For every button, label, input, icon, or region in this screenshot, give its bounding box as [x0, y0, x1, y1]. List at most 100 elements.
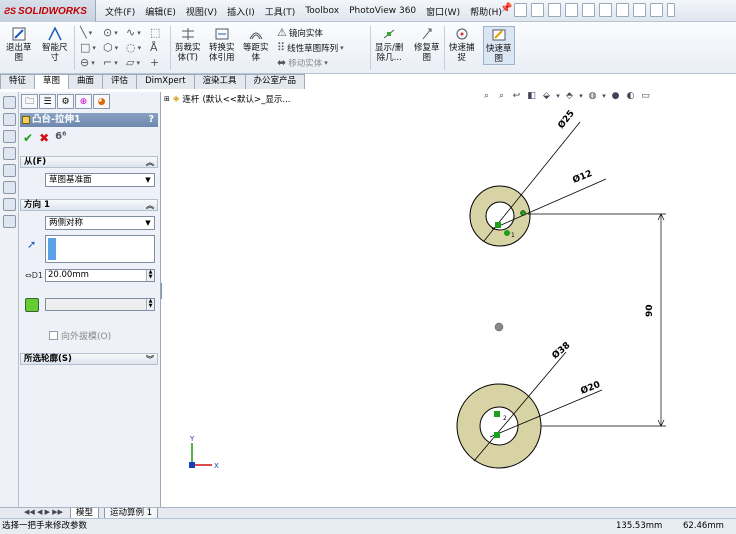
tab-surfaces[interactable]: 曲面 — [68, 74, 104, 89]
coincident-point[interactable] — [520, 210, 526, 216]
circle-tool[interactable]: ⊙ ▾ — [103, 26, 118, 39]
ok-check-icon[interactable]: ✔ — [23, 131, 33, 145]
strip-tool-icon[interactable] — [3, 96, 16, 109]
direction1-section-header[interactable]: 方向 1 ︽ — [20, 199, 158, 211]
point-tool[interactable]: + — [150, 56, 159, 69]
strip-tool-icon[interactable] — [3, 130, 16, 143]
end-condition-select[interactable]: 两侧对称 ▼ — [45, 216, 155, 230]
origin-sphere[interactable] — [494, 322, 504, 332]
plane-tool[interactable]: ▱ ▾ — [126, 56, 140, 69]
undo-icon[interactable] — [582, 3, 595, 17]
triad-origin — [189, 462, 195, 468]
text-tool[interactable]: Å — [150, 41, 158, 54]
display-relations-button[interactable]: 显示/删 除几... — [375, 26, 403, 63]
tab-sketch[interactable]: 草图 — [34, 74, 70, 89]
cancel-x-icon[interactable]: ✖ — [39, 131, 49, 145]
menu-photoview[interactable]: PhotoView 360 — [344, 6, 421, 16]
from-section-header[interactable]: 从(F) ︽ — [20, 156, 158, 168]
relations-icon — [380, 26, 398, 42]
detailed-preview-icon[interactable]: 6⁶ — [55, 131, 66, 145]
mirror-entities-button[interactable]: ⚠ 镜向实体 — [277, 26, 323, 39]
exit-sketch-button[interactable]: 退出草图 — [6, 26, 32, 63]
direction-arrow-icon[interactable]: ➚ — [27, 238, 36, 251]
menu-view[interactable]: 视图(V) — [181, 5, 222, 18]
tab-render-tools[interactable]: 渲染工具 — [193, 74, 246, 89]
quick-snaps-button[interactable]: 快速捕捉 — [449, 26, 475, 63]
arc-tool[interactable]: ∿ ▾ — [126, 26, 141, 39]
spinner-icon[interactable]: ▲ ▼ — [146, 270, 154, 281]
feature-manager-tab-icon[interactable]: 🗀 — [21, 94, 38, 109]
fillet-tool[interactable]: ⌐ ▾ — [103, 56, 118, 69]
options-icon[interactable] — [650, 3, 663, 17]
app-name: SOLIDWORKS — [18, 5, 87, 17]
relation-icon[interactable] — [504, 230, 510, 236]
offset-entities-button[interactable]: 等距实体 — [243, 26, 269, 63]
relation-icon[interactable] — [494, 411, 500, 417]
solidworks-logo[interactable]: ƧS SOLIDWORKS — [0, 0, 96, 22]
rectangle-tool[interactable]: □ ▾ — [80, 41, 96, 54]
strip-tool-icon[interactable] — [3, 215, 16, 228]
strip-tool-icon[interactable] — [3, 147, 16, 160]
property-manager-tab-icon[interactable]: ☰ — [39, 94, 56, 109]
pin-icon[interactable]: 📌 — [500, 3, 512, 17]
polygon-tool[interactable]: ⬡ ▾ — [103, 41, 118, 54]
tab-dimxpert[interactable]: DimXpert — [136, 74, 195, 89]
menu-window[interactable]: 窗口(W) — [421, 5, 465, 18]
menu-tools[interactable]: 工具(T) — [260, 5, 301, 18]
draft-toggle-icon[interactable] — [25, 298, 39, 312]
dimxpert-tab-icon[interactable]: ⊕ — [75, 94, 92, 109]
menu-insert[interactable]: 插入(I) — [222, 5, 260, 18]
selected-contours-header[interactable]: 所选轮廓(S) ︾ — [20, 353, 158, 365]
draft-outward-checkbox[interactable]: 向外拔模(O) — [49, 329, 111, 342]
help-button[interactable]: ? — [148, 113, 154, 127]
from-select[interactable]: 草图基准面 ▼ — [45, 173, 155, 187]
move-entities-button[interactable]: ⬌ 移动实体 ▾ — [277, 56, 328, 69]
spinner-icon[interactable]: ▲ ▼ — [146, 299, 154, 310]
print-icon[interactable] — [565, 3, 578, 17]
dim-bottom-inner[interactable]: Ø20 — [579, 379, 602, 397]
trim-entities-button[interactable]: 剪裁实 体(T) — [175, 26, 201, 63]
menu-file[interactable]: 文件(F) — [100, 5, 140, 18]
open-icon[interactable] — [531, 3, 544, 17]
configuration-manager-tab-icon[interactable]: ⚙ — [57, 94, 74, 109]
linear-pattern-icon: ⠿ — [277, 41, 286, 54]
slot-tool[interactable]: ⊖ ▾ — [80, 56, 95, 69]
strip-tool-icon[interactable] — [3, 181, 16, 194]
dim-top-inner[interactable]: Ø12 — [571, 168, 594, 186]
strip-tool-icon[interactable] — [3, 113, 16, 126]
tab-scroll-arrows[interactable]: ◀◀ ◀ ▶ ▶▶ — [24, 508, 63, 516]
spline-tool[interactable]: ◌ ▾ — [126, 41, 141, 54]
display-manager-tab-icon[interactable]: ◕ — [93, 94, 110, 109]
strip-tool-icon[interactable] — [3, 198, 16, 211]
direction-selection-box[interactable] — [45, 235, 155, 263]
trim-icon — [179, 26, 197, 42]
dim-top-outer[interactable]: Ø25 — [556, 108, 577, 131]
smart-dimension-button[interactable]: 智能尺寸 — [42, 26, 68, 63]
graphics-area[interactable]: ⊞ ◈ 连杆 (默认<<默认>_显示... ⌕ ⌕ ↩ ◧ ⬙ ▾ ⬘ ▾ ◍ … — [162, 89, 736, 507]
file-properties-icon[interactable] — [633, 3, 646, 17]
rebuild-icon[interactable] — [616, 3, 629, 17]
draft-angle-input[interactable]: ▲ ▼ — [45, 298, 155, 311]
linear-pattern-button[interactable]: ⠿ 线性草图阵列 ▾ — [277, 41, 344, 54]
model-tab-bar: ◀◀ ◀ ▶ ▶▶ 模型 运动算例 1 — [0, 507, 736, 519]
strip-tool-icon[interactable] — [3, 164, 16, 177]
tab-evaluate[interactable]: 评估 — [102, 74, 138, 89]
dim-distance[interactable]: 90 — [645, 304, 655, 317]
save-icon[interactable] — [548, 3, 561, 17]
convert-entities-button[interactable]: 转换实 体引用 — [209, 26, 235, 63]
repair-sketch-button[interactable]: 修复草图 — [414, 26, 440, 63]
select-icon[interactable] — [599, 3, 612, 17]
rapid-sketch-button[interactable]: 快速草图 — [483, 26, 515, 65]
menu-edit[interactable]: 编辑(E) — [140, 5, 181, 18]
tab-features[interactable]: 特征 — [0, 74, 36, 89]
tab-office-products[interactable]: 办公室产品 — [244, 74, 306, 89]
line-tool[interactable]: ╲ ▾ — [80, 26, 92, 39]
new-icon[interactable] — [514, 3, 527, 17]
depth-input[interactable]: 20.00mm ▲ ▼ — [45, 269, 155, 282]
relation-icon[interactable] — [495, 222, 501, 228]
window-pin-icon[interactable] — [667, 3, 675, 17]
sketch-picture-tool[interactable]: ⬚ — [150, 26, 160, 39]
menu-toolbox[interactable]: Toolbox — [300, 6, 344, 16]
ribbon-separator — [370, 26, 371, 70]
relation-icon[interactable] — [494, 432, 500, 438]
